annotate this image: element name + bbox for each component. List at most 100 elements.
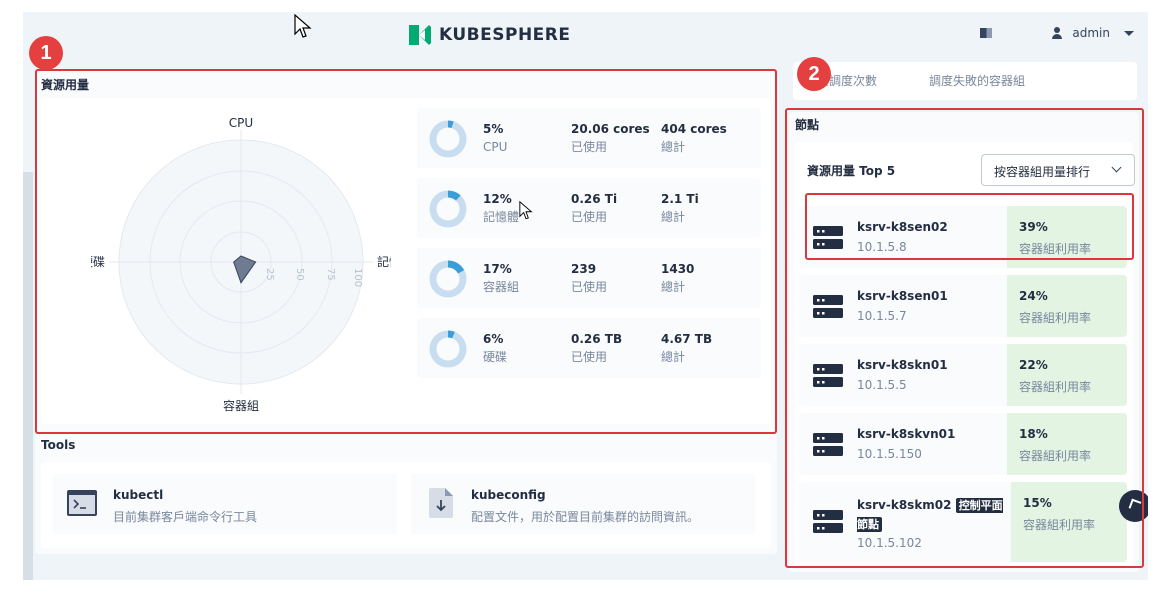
tools-card: kubectl 目前集群客戶端命令行工具 kubeconfig 配置文件，用於配… bbox=[41, 462, 771, 548]
app-window: KUBESPHERE admin 資源用量 CPU 記憶體 容器組 bbox=[23, 12, 1148, 580]
server-icon bbox=[813, 295, 843, 318]
username[interactable]: admin bbox=[1072, 26, 1110, 40]
radar-tick: 100 bbox=[352, 268, 363, 287]
brand-name: KUBESPHERE bbox=[439, 25, 571, 45]
tool-description: 配置文件，用於配置目前集群的訪問資訊。 bbox=[471, 510, 700, 524]
stat-name: 記憶體 bbox=[483, 210, 520, 224]
tool-kubectl[interactable]: kubectl 目前集群客戶端命令行工具 bbox=[53, 474, 397, 534]
scrollbar[interactable] bbox=[23, 172, 33, 580]
stat-used-label: 已使用 bbox=[571, 350, 608, 364]
node-usage: 18% 容器組利用率 bbox=[1007, 413, 1127, 475]
scheduling-card: 器調度次數 調度失敗的容器組 bbox=[793, 62, 1137, 100]
sort-select-value: 按容器組用量排行 bbox=[994, 165, 1091, 179]
radar-tick: 75 bbox=[325, 268, 336, 281]
stat-total: 2.1 Ti bbox=[661, 192, 699, 206]
cpu-stat: 5% CPU 20.06 cores 已使用 404 cores 總計 bbox=[417, 108, 761, 168]
usage-percent: 18% bbox=[1019, 427, 1048, 441]
panel-title: 資源用量 bbox=[41, 78, 90, 92]
stat-percent: 12% bbox=[483, 192, 512, 206]
sort-select[interactable]: 按容器組用量排行 bbox=[981, 154, 1135, 186]
stat-percent: 5% bbox=[483, 122, 504, 136]
radar-label-left: 硬碟 bbox=[91, 255, 105, 269]
user-icon[interactable] bbox=[1052, 27, 1063, 39]
terminal-icon bbox=[67, 490, 97, 516]
stat-name: 硬碟 bbox=[483, 350, 508, 364]
resource-usage-panel: 資源用量 CPU 記憶體 容器組 硬碟 25 50 75 100 bbox=[35, 70, 777, 432]
top-bar: KUBESPHERE admin bbox=[23, 12, 1148, 56]
node-usage: 39% 容器組利用率 bbox=[1007, 206, 1127, 268]
stat-percent: 6% bbox=[483, 332, 504, 346]
node-usage: 15% 容器組利用率 bbox=[1011, 482, 1127, 562]
stat-total: 4.67 TB bbox=[661, 332, 713, 346]
tool-description: 目前集群客戶端命令行工具 bbox=[113, 510, 258, 524]
stat-used-label: 已使用 bbox=[571, 280, 608, 294]
node-name: ksrv-k8skn01 bbox=[857, 358, 948, 372]
chevron-down-icon[interactable] bbox=[1124, 30, 1134, 36]
node-item[interactable]: ksrv-k8skvn01 10.1.5.150 18% 容器組利用率 bbox=[799, 413, 1127, 475]
node-name: ksrv-k8skvn01 bbox=[857, 427, 956, 441]
usage-percent: 22% bbox=[1019, 358, 1048, 372]
node-ip: 10.1.5.5 bbox=[857, 378, 907, 392]
stat-used-label: 已使用 bbox=[571, 140, 608, 154]
mouse-cursor-icon bbox=[519, 201, 533, 220]
usage-percent: 24% bbox=[1019, 289, 1048, 303]
panel-title: Tools bbox=[41, 438, 76, 452]
stat-total-label: 總計 bbox=[661, 140, 686, 154]
top5-label: 資源用量 Top 5 bbox=[807, 164, 896, 178]
node-name: ksrv-k8sen02 bbox=[857, 220, 948, 234]
stat-used: 0.26 Ti bbox=[571, 192, 618, 206]
tools-panel: Tools kubectl 目前集群客戶端命令行工具 kubeconfig 配置… bbox=[35, 434, 777, 554]
step-marker: 2 bbox=[797, 57, 831, 91]
stat-used: 20.06 cores bbox=[571, 122, 650, 136]
node-item[interactable]: ksrv-k8skn01 10.1.5.5 22% 容器組利用率 bbox=[799, 344, 1127, 406]
usage-percent: 39% bbox=[1019, 220, 1048, 234]
floating-toolbox-button[interactable] bbox=[1119, 490, 1148, 522]
node-name: ksrv-k8skm02 bbox=[857, 498, 952, 512]
memory-stat: 12% 記憶體 0.26 Ti 已使用 2.1 Ti 總計 bbox=[417, 178, 761, 238]
stat-used: 0.26 TB bbox=[571, 332, 623, 346]
schedule-failed-label: 調度失敗的容器組 bbox=[929, 74, 1026, 88]
docs-icon[interactable] bbox=[980, 28, 993, 38]
server-icon bbox=[813, 433, 843, 456]
stat-total: 404 cores bbox=[661, 122, 727, 136]
radar-label-right: 記憶體 bbox=[377, 254, 391, 269]
usage-percent: 15% bbox=[1023, 496, 1052, 510]
stat-total-label: 總計 bbox=[661, 350, 686, 364]
disk-stat: 6% 硬碟 0.26 TB 已使用 4.67 TB 總計 bbox=[417, 318, 761, 378]
usage-label: 容器組利用率 bbox=[1019, 242, 1092, 256]
donut-chart bbox=[429, 120, 467, 158]
node-item[interactable]: ksrv-k8sen01 10.1.5.7 24% 容器組利用率 bbox=[799, 275, 1127, 337]
stat-percent: 17% bbox=[483, 262, 512, 276]
node-item[interactable]: ksrv-k8skm02 控制平面節點 10.1.5.102 15% 容器組利用率 bbox=[799, 482, 1127, 562]
radar-label-top: CPU bbox=[229, 116, 253, 130]
stat-used: 239 bbox=[571, 262, 597, 276]
server-icon bbox=[813, 364, 843, 387]
usage-label: 容器組利用率 bbox=[1019, 449, 1092, 463]
stat-name: 容器組 bbox=[483, 280, 520, 294]
node-usage: 24% 容器組利用率 bbox=[1007, 275, 1127, 337]
pods-stat: 17% 容器組 239 已使用 1430 總計 bbox=[417, 248, 761, 308]
node-usage: 22% 容器組利用率 bbox=[1007, 344, 1127, 406]
node-name: ksrv-k8sen01 bbox=[857, 289, 948, 303]
usage-label: 容器組利用率 bbox=[1023, 518, 1096, 532]
stat-total: 1430 bbox=[661, 262, 695, 276]
node-ip: 10.1.5.150 bbox=[857, 447, 922, 461]
step-marker: 1 bbox=[29, 36, 63, 70]
donut-chart bbox=[429, 330, 467, 368]
node-ip: 10.1.5.102 bbox=[857, 536, 922, 550]
user-menu: admin bbox=[980, 26, 1134, 40]
tool-name: kubeconfig bbox=[471, 488, 546, 502]
file-download-icon bbox=[429, 488, 453, 518]
resource-usage-card: CPU 記憶體 容器組 硬碟 25 50 75 100 5% CPU 20.06 … bbox=[41, 98, 771, 424]
tool-kubeconfig[interactable]: kubeconfig 配置文件，用於配置目前集群的訪問資訊。 bbox=[411, 474, 755, 534]
radar-tick: 50 bbox=[294, 268, 305, 281]
donut-chart bbox=[429, 190, 467, 228]
node-item[interactable]: ksrv-k8sen02 10.1.5.8 39% 容器組利用率 bbox=[799, 206, 1127, 268]
kubesphere-logo[interactable]: KUBESPHERE bbox=[407, 22, 571, 48]
usage-label: 容器組利用率 bbox=[1019, 380, 1092, 394]
server-icon bbox=[813, 510, 843, 533]
node-ip: 10.1.5.8 bbox=[857, 240, 907, 254]
panel-title: 節點 bbox=[795, 118, 820, 132]
tool-name: kubectl bbox=[113, 488, 164, 502]
mouse-cursor-icon bbox=[294, 14, 312, 38]
